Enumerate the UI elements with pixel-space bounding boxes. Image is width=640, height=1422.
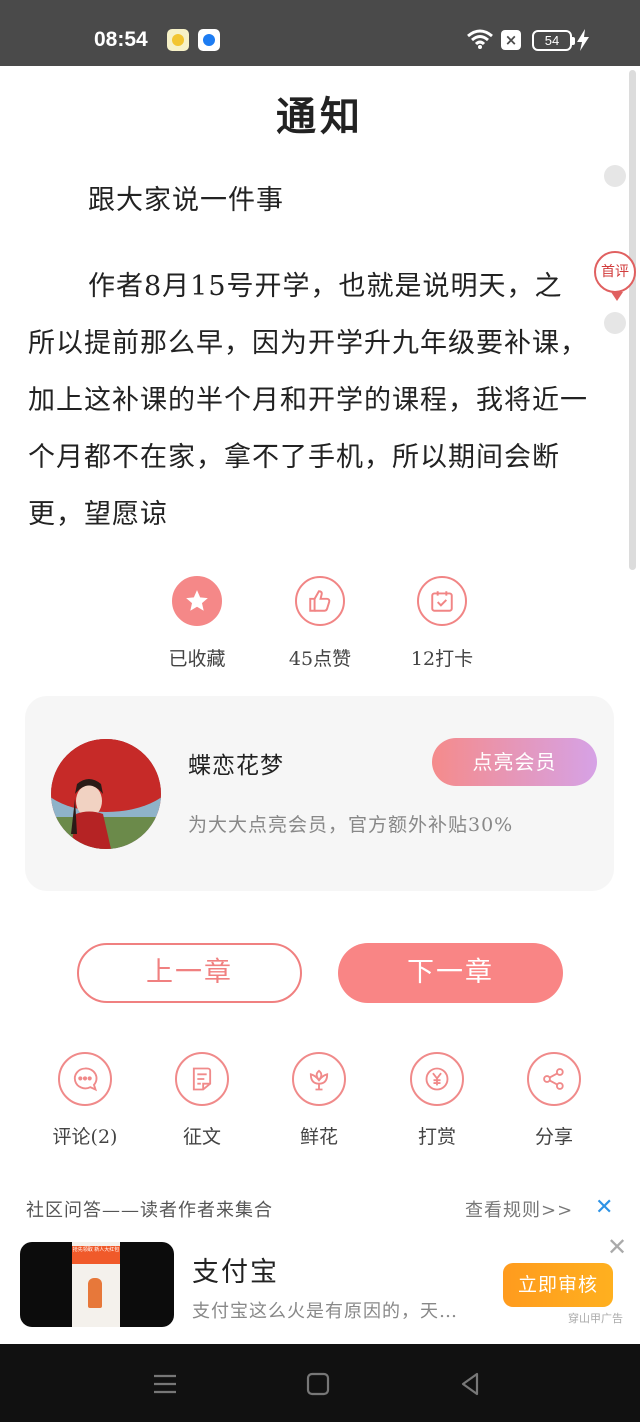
ad-poster: 抢先领取 新人大红包 <box>72 1242 120 1327</box>
flower-label: 鲜花 <box>299 1126 338 1148</box>
close-icon[interactable]: ✕ <box>595 1195 613 1220</box>
ad-banner[interactable]: ✕ 抢先领取 新人大红包 支付宝 支付宝这么火是有原因的，天… 立即审核 穿山甲… <box>0 1233 640 1341</box>
author-name[interactable]: 蝶恋花梦 <box>188 746 284 780</box>
first-comment-bubble[interactable]: 首评 <box>594 251 636 301</box>
share-icon <box>527 1052 581 1106</box>
previous-chapter-button[interactable]: 上一章 <box>77 943 302 1003</box>
notification-close-icon: × <box>501 30 521 50</box>
home-icon[interactable] <box>303 1369 333 1399</box>
ad-source-tag: 穿山甲广告 <box>568 1312 623 1325</box>
scrollbar[interactable] <box>629 70 636 570</box>
light-up-vip-button[interactable]: 点亮会员 <box>432 738 597 786</box>
like-action[interactable]: 45点赞 <box>265 576 375 671</box>
ad-poster-figure <box>88 1278 102 1308</box>
ad-title[interactable]: 支付宝 <box>192 1250 279 1289</box>
comment-label: 评论(2) <box>52 1126 118 1148</box>
flower-icon <box>292 1052 346 1106</box>
avatar[interactable] <box>51 739 161 849</box>
thumb-up-icon <box>295 576 345 626</box>
favorite-label: 已收藏 <box>168 648 226 670</box>
wifi-icon <box>467 29 493 49</box>
ad-cta-button[interactable]: 立即审核 <box>503 1263 613 1307</box>
page-title: 通知 <box>276 93 364 140</box>
ad-poster-text: 抢先领取 新人大红包 <box>72 1246 120 1264</box>
status-time: 08:54 <box>94 28 148 51</box>
article-paragraph: 作者8月15号开学，也就是说明天，之所以提前那么早，因为开学升九年级要补课，加上… <box>28 271 588 530</box>
menu-icon[interactable] <box>150 1369 180 1399</box>
notification-app-icon <box>167 29 189 51</box>
community-qa-title[interactable]: 社区问答——读者作者来集合 <box>26 1196 273 1222</box>
ad-image[interactable]: 抢先领取 新人大红包 <box>20 1242 174 1327</box>
ad-close-icon[interactable]: ✕ <box>607 1233 627 1261</box>
author-subtitle: 为大大点亮会员，官方额外补贴30% <box>188 814 514 836</box>
back-icon[interactable] <box>455 1369 485 1399</box>
like-label: 45点赞 <box>288 648 352 670</box>
reward-tool[interactable]: 打赏 <box>382 1052 492 1149</box>
essay-icon <box>175 1052 229 1106</box>
favorite-action[interactable]: 已收藏 <box>142 576 252 671</box>
share-label: 分享 <box>534 1126 573 1148</box>
share-tool[interactable]: 分享 <box>499 1052 609 1149</box>
charging-icon <box>577 29 589 51</box>
ad-description[interactable]: 支付宝这么火是有原因的，天… <box>192 1297 458 1323</box>
comment-icon <box>58 1052 112 1106</box>
system-nav-bar <box>0 1344 640 1422</box>
essay-label: 征文 <box>182 1126 221 1148</box>
paragraph-comment-dot[interactable] <box>604 312 626 334</box>
battery-indicator: 54 <box>532 30 575 51</box>
status-bar: 08:54 × 54 <box>0 0 640 66</box>
comment-tool[interactable]: 评论(2) <box>30 1052 140 1149</box>
checkin-label: 12打卡 <box>410 648 474 670</box>
flower-tool[interactable]: 鲜花 <box>264 1052 374 1149</box>
notification-app-icon <box>198 29 220 51</box>
essay-tool[interactable]: 征文 <box>147 1052 257 1149</box>
yen-icon <box>410 1052 464 1106</box>
view-rules-link[interactable]: 查看规则>> <box>465 1196 573 1222</box>
paragraph-comment-dot[interactable] <box>604 165 626 187</box>
author-card: 蝶恋花梦 为大大点亮会员，官方额外补贴30% 点亮会员 <box>25 696 614 891</box>
reward-label: 打赏 <box>417 1126 456 1148</box>
next-chapter-button[interactable]: 下一章 <box>338 943 563 1003</box>
checkin-action[interactable]: 12打卡 <box>387 576 497 671</box>
article-paragraph: 跟大家说一件事 <box>88 185 284 216</box>
star-icon <box>172 576 222 626</box>
calendar-check-icon <box>417 576 467 626</box>
